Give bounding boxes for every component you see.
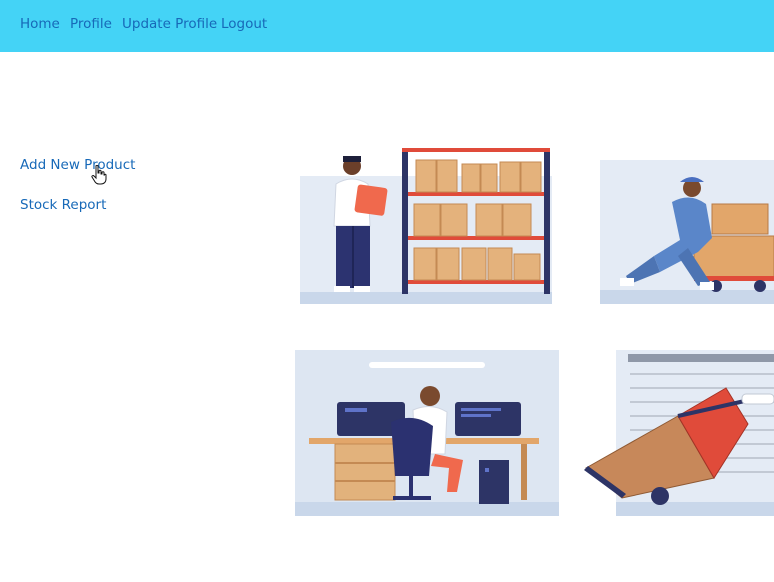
add-new-product-link[interactable]: Add New Product — [20, 157, 135, 173]
stock-report-link[interactable]: Stock Report — [20, 197, 106, 213]
top-navbar: Home Profile Update Profile Logout — [0, 0, 774, 52]
nav-home-link[interactable]: Home — [20, 16, 60, 32]
nav-logout-link[interactable]: Logout — [221, 16, 267, 32]
hand-truck-boxes-icon — [582, 350, 774, 516]
nav-update-profile-link[interactable]: Update Profile — [122, 16, 217, 32]
hand-pointer-icon — [91, 165, 107, 185]
worker-pushing-cart-icon — [600, 160, 774, 304]
warehouse-clipboard-shelves-icon — [300, 148, 552, 304]
office-computer-desk-icon — [295, 350, 559, 516]
nav-profile-link[interactable]: Profile — [70, 16, 112, 32]
